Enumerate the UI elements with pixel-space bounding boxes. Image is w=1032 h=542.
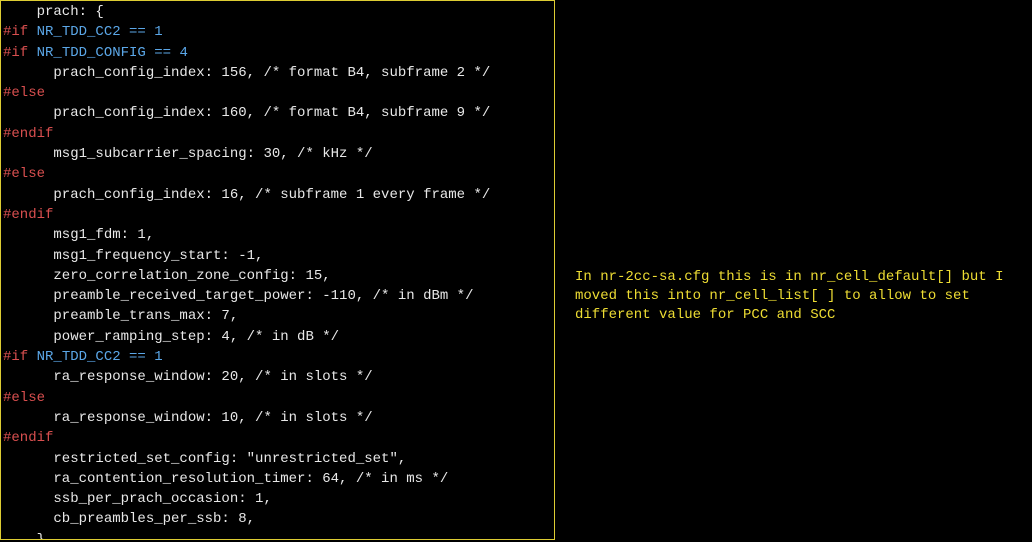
code-line-endif: #endif [3, 124, 552, 144]
code-line: }, [3, 530, 552, 540]
code-line-else: #else [3, 388, 552, 408]
condition: NR_TDD_CC2 == 1 [28, 24, 162, 40]
code-line: preamble_trans_max: 7, [3, 306, 552, 326]
code-line: msg1_fdm: 1, [3, 225, 552, 245]
condition: NR_TDD_CONFIG == 4 [28, 45, 188, 61]
condition: NR_TDD_CC2 == 1 [28, 349, 162, 365]
directive: #if [3, 24, 28, 40]
code-line: prach_config_index: 16, /* subframe 1 ev… [3, 185, 552, 205]
annotation-text: In nr-2cc-sa.cfg this is in nr_cell_defa… [575, 268, 1015, 542]
code-line: restricted_set_config: "unrestricted_set… [3, 449, 552, 469]
code-line: cb_preambles_per_ssb: 8, [3, 509, 552, 529]
code-line: #if NR_TDD_CC2 == 1 [3, 347, 552, 367]
code-line: msg1_subcarrier_spacing: 30, /* kHz */ [3, 144, 552, 164]
code-line: ra_contention_resolution_timer: 64, /* i… [3, 469, 552, 489]
code-line: msg1_frequency_start: -1, [3, 246, 552, 266]
code-line: ssb_per_prach_occasion: 1, [3, 489, 552, 509]
code-panel: prach: { #if NR_TDD_CC2 == 1 #if NR_TDD_… [0, 0, 555, 540]
code-line-endif: #endif [3, 205, 552, 225]
directive: #if [3, 45, 28, 61]
code-line: power_ramping_step: 4, /* in dB */ [3, 327, 552, 347]
code-line: #if NR_TDD_CONFIG == 4 [3, 43, 552, 63]
code-line-else: #else [3, 83, 552, 103]
code-line-else: #else [3, 164, 552, 184]
code-line: #if NR_TDD_CC2 == 1 [3, 22, 552, 42]
code-line: ra_response_window: 20, /* in slots */ [3, 367, 552, 387]
code-line: zero_correlation_zone_config: 15, [3, 266, 552, 286]
code-line: prach: { [3, 2, 552, 22]
code-line-endif: #endif [3, 428, 552, 448]
code-line: preamble_received_target_power: -110, /*… [3, 286, 552, 306]
directive: #if [3, 349, 28, 365]
code-line: prach_config_index: 160, /* format B4, s… [3, 103, 552, 123]
code-line: ra_response_window: 10, /* in slots */ [3, 408, 552, 428]
code-line: prach_config_index: 156, /* format B4, s… [3, 63, 552, 83]
